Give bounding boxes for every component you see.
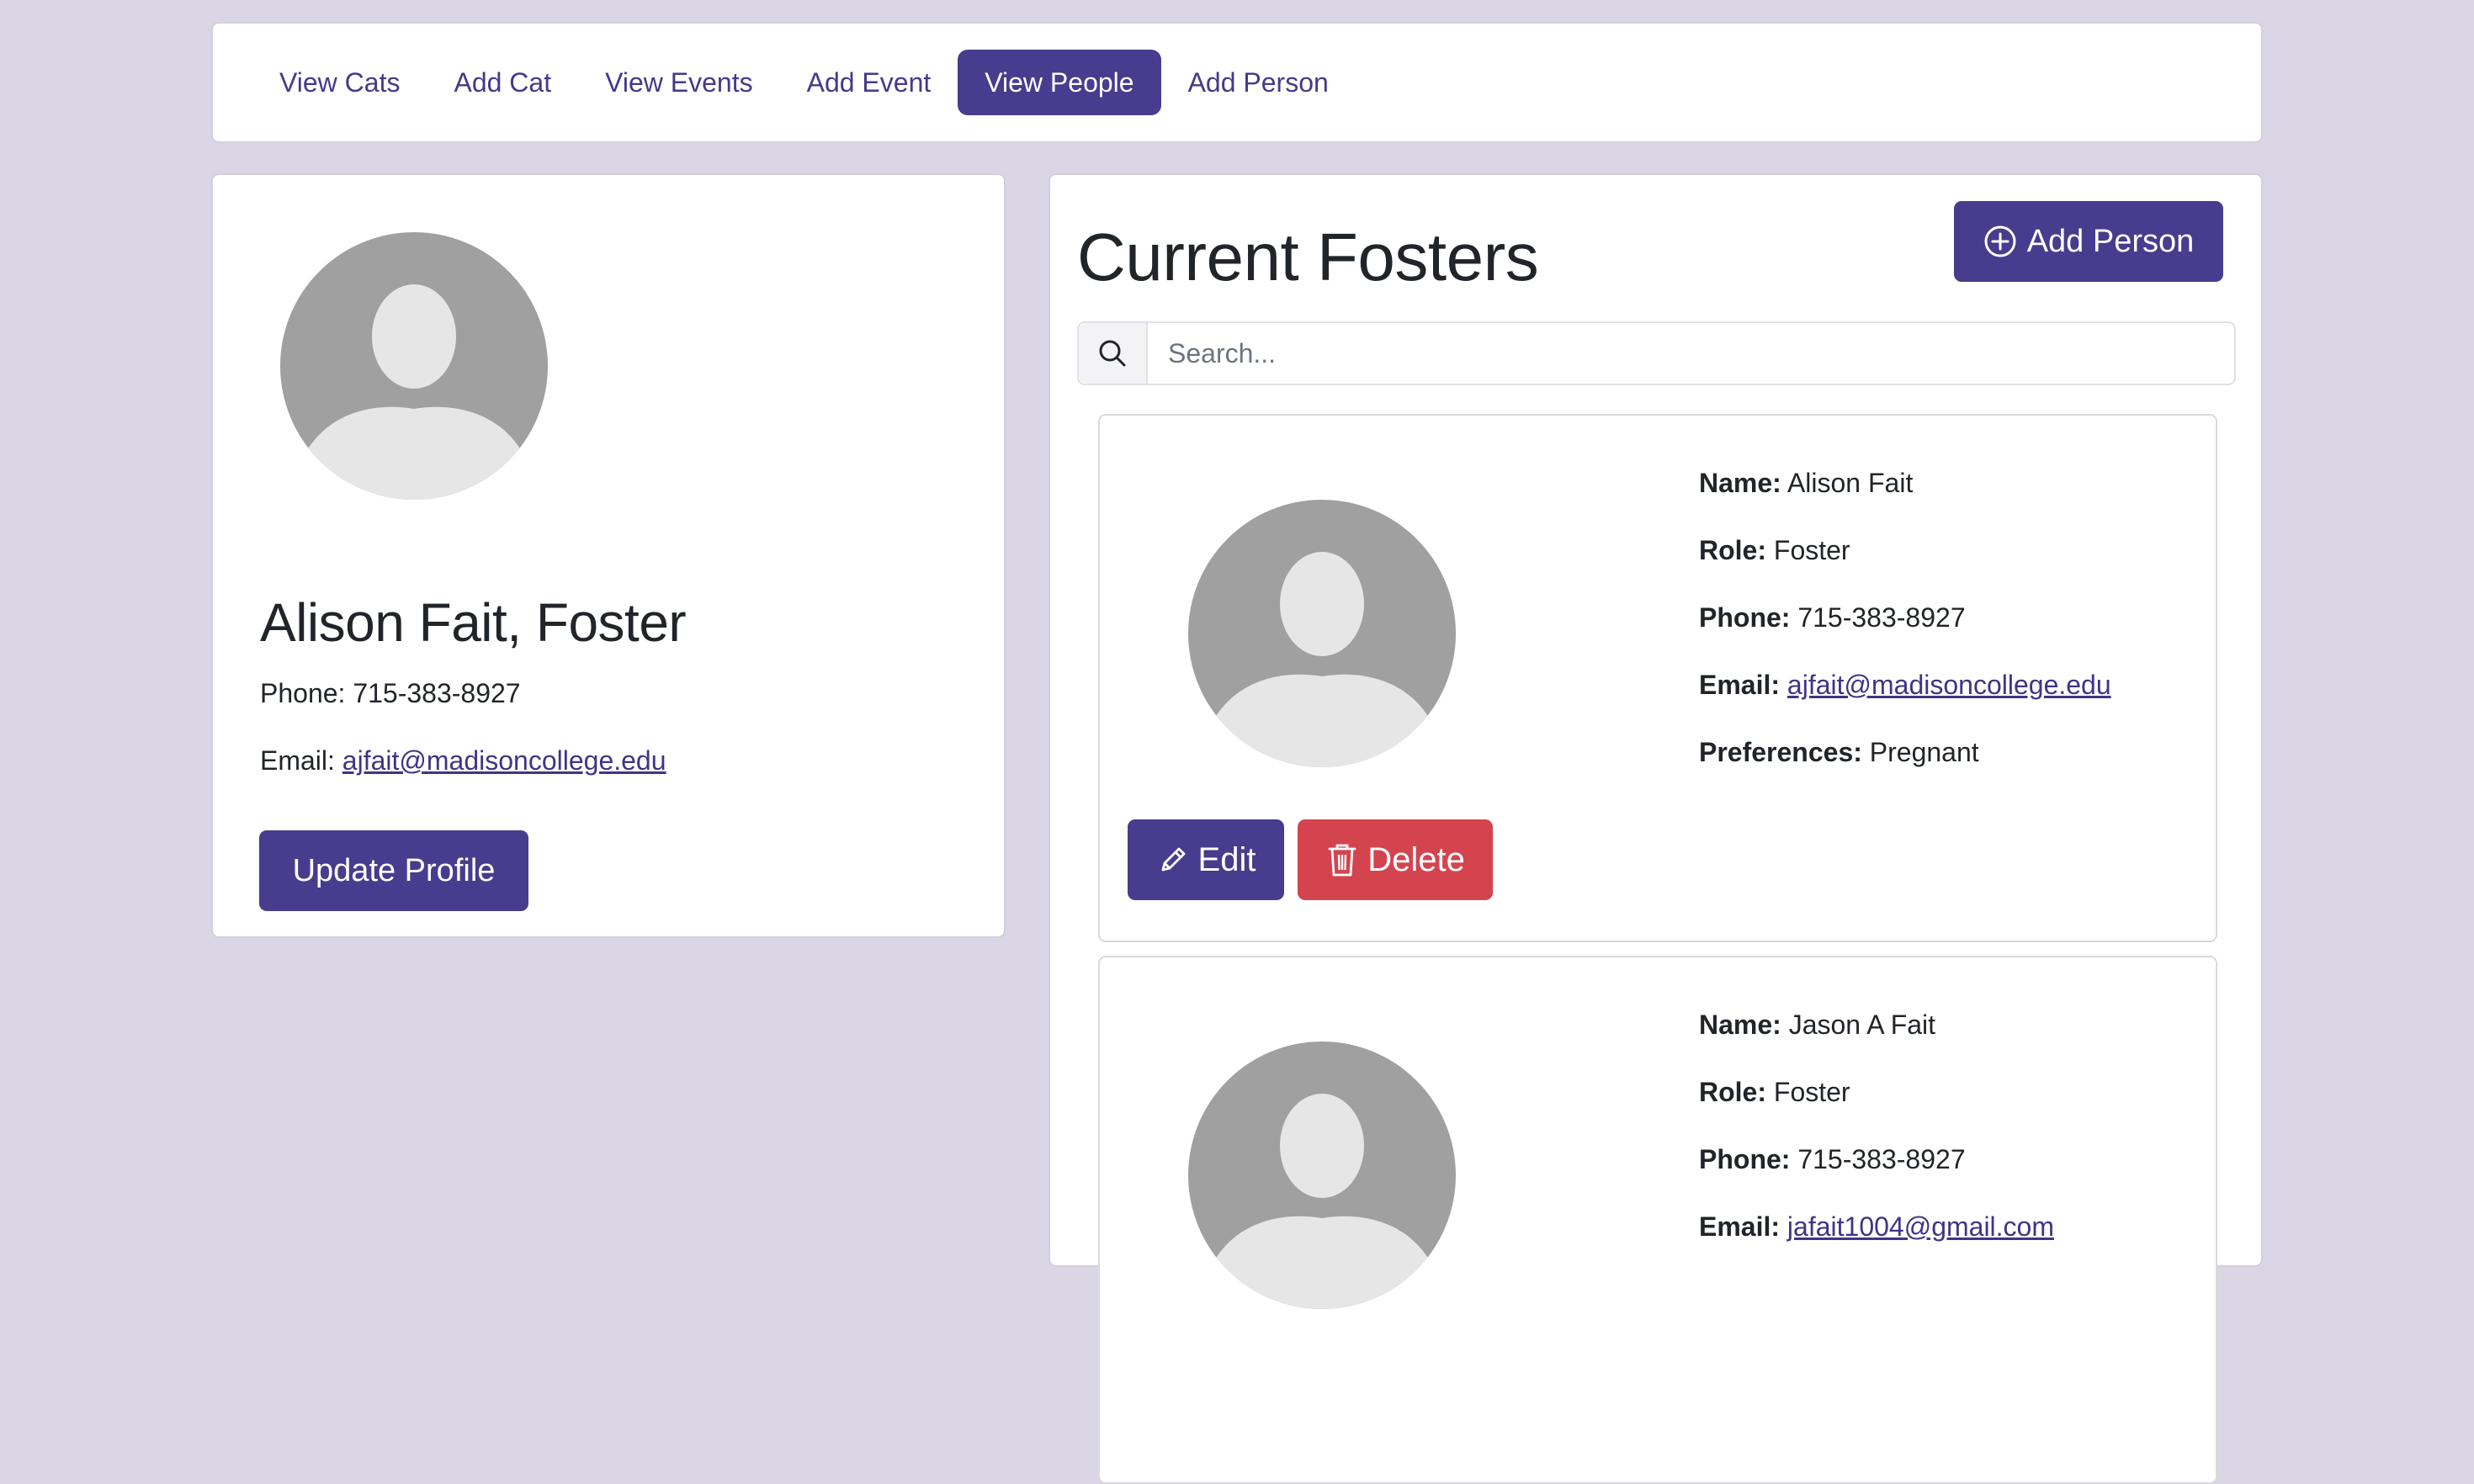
person-phone: Phone: 715-383-8927	[1699, 601, 2111, 668]
avatar	[1188, 500, 1456, 767]
profile-email-link[interactable]: ajfait@madisoncollege.edu	[342, 745, 666, 776]
person-card: Name: Jason A Fait Role: Foster Phone: 7…	[1098, 956, 2217, 1484]
fosters-panel: Current Fosters Add Person Search... Nam…	[1049, 173, 2263, 1484]
name-value: Jason A Fait	[1788, 1010, 1936, 1040]
profile-phone-value: 715-383-8927	[353, 678, 521, 708]
search-addon	[1079, 323, 1148, 384]
name-label: Name:	[1699, 468, 1781, 498]
update-profile-button[interactable]: Update Profile	[259, 830, 528, 911]
delete-label: Delete	[1367, 840, 1465, 878]
search-input[interactable]	[1148, 323, 2234, 384]
phone-value: 715-383-8927	[1797, 602, 1966, 633]
person-email: Email: ajfait@madisoncollege.edu	[1699, 668, 2111, 735]
page-title: Current Fosters	[1077, 220, 1539, 294]
email-link[interactable]: jafait1004@gmail.com	[1787, 1211, 2054, 1242]
email-label: Email:	[1699, 670, 1781, 700]
add-person-label: Add Person	[2026, 223, 2195, 259]
nav-add-cat[interactable]: Add Cat	[427, 50, 578, 115]
search-bar	[1077, 321, 2236, 385]
person-name: Name: Jason A Fait	[1699, 1008, 2054, 1075]
person-email: Email: jafait1004@gmail.com	[1699, 1210, 2054, 1277]
name-label: Name:	[1699, 1010, 1781, 1040]
role-value: Foster	[1773, 1077, 1850, 1107]
email-link[interactable]: ajfait@madisoncollege.edu	[1787, 670, 2111, 700]
person-phone: Phone: 715-383-8927	[1699, 1142, 2054, 1210]
user-avatar-icon	[1188, 500, 1456, 767]
avatar	[280, 232, 548, 500]
user-avatar-icon	[280, 232, 548, 500]
preferences-value: Pregnant	[1869, 737, 1979, 767]
person-role: Role: Foster	[1699, 1075, 2054, 1142]
profile-card: Alison Fait, Foster Phone: 715-383-8927 …	[211, 173, 1006, 938]
profile-phone: Phone: 715-383-8927	[260, 678, 521, 709]
name-value: Alison Fait	[1786, 468, 1914, 498]
nav-view-cats[interactable]: View Cats	[252, 50, 427, 115]
profile-name: Alison Fait, Foster	[260, 592, 687, 653]
delete-button[interactable]: Delete	[1298, 819, 1493, 900]
pencil-icon	[1161, 847, 1185, 872]
phone-label: Phone:	[1699, 1144, 1791, 1174]
role-label: Role:	[1699, 1077, 1766, 1107]
nav-add-person[interactable]: Add Person	[1161, 50, 1356, 115]
nav-view-events[interactable]: View Events	[578, 50, 780, 115]
preferences-label: Preferences:	[1699, 737, 1862, 767]
profile-email: Email: ajfait@madisoncollege.edu	[260, 745, 666, 776]
profile-phone-label: Phone:	[260, 678, 346, 708]
person-card: Name: Alison Fait Role: Foster Phone: 71…	[1098, 414, 2217, 942]
add-person-button[interactable]: Add Person	[1954, 201, 2223, 282]
person-info: Name: Jason A Fait Role: Foster Phone: 7…	[1699, 1008, 2054, 1277]
nav-view-people[interactable]: View People	[958, 50, 1161, 115]
email-label: Email:	[1699, 1211, 1781, 1242]
avatar	[1188, 1041, 1456, 1309]
plus-circle-icon	[1984, 225, 2016, 257]
edit-label: Edit	[1197, 840, 1256, 878]
trash-icon	[1328, 844, 1356, 877]
person-preferences: Preferences: Pregnant	[1699, 735, 2111, 803]
edit-button[interactable]: Edit	[1128, 819, 1284, 900]
person-info: Name: Alison Fait Role: Foster Phone: 71…	[1699, 466, 2111, 803]
profile-email-label: Email:	[260, 745, 335, 776]
phone-label: Phone:	[1699, 602, 1791, 633]
phone-value: 715-383-8927	[1797, 1144, 1966, 1174]
person-name: Name: Alison Fait	[1699, 466, 2111, 533]
nav-add-event[interactable]: Add Event	[780, 50, 958, 115]
top-nav: View Cats Add Cat View Events Add Event …	[211, 22, 2263, 143]
search-icon	[1099, 340, 1126, 367]
person-role: Role: Foster	[1699, 533, 2111, 601]
role-value: Foster	[1773, 535, 1850, 565]
role-label: Role:	[1699, 535, 1766, 565]
user-avatar-icon	[1188, 1041, 1456, 1309]
